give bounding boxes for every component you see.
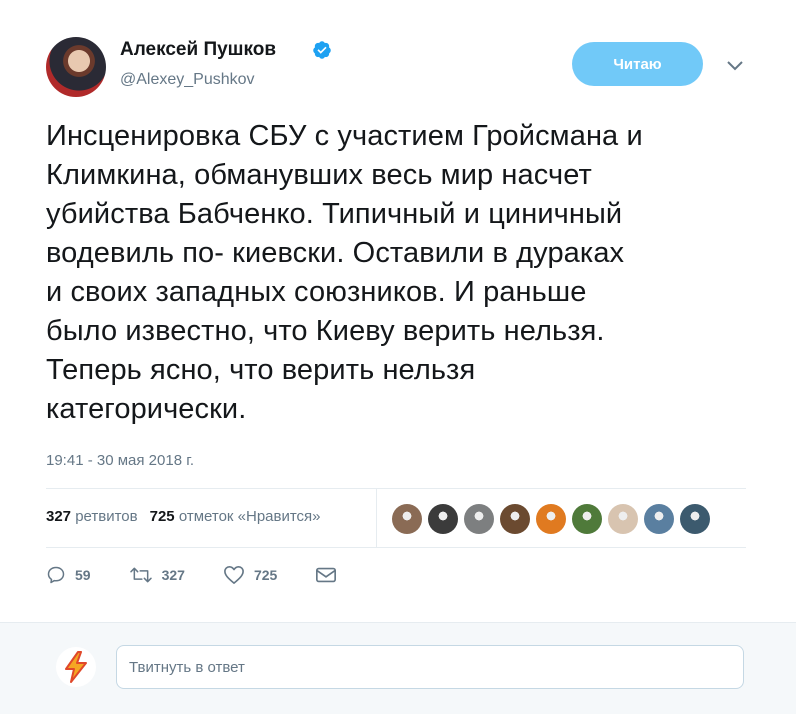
divider — [46, 488, 746, 489]
landscape-avatar[interactable] — [500, 504, 530, 534]
envelope-icon — [316, 567, 337, 583]
chevron-down-icon[interactable] — [726, 60, 744, 72]
reply-bar — [0, 622, 796, 714]
like-count: 725 — [253, 567, 278, 583]
tweet-card: Алексей Пушков @Alexey_Pushkov Читаю Инс… — [0, 0, 796, 622]
retweet-action[interactable]: 327 — [129, 565, 185, 585]
following-button[interactable]: Читаю — [572, 42, 703, 86]
reply-input[interactable] — [116, 645, 744, 689]
lightning-icon — [65, 651, 87, 683]
tweet-timestamp[interactable]: 19:41 - 30 мая 2018 г. — [46, 452, 194, 469]
road-avatar[interactable] — [464, 504, 494, 534]
tweet-actions: 59 327 725 — [46, 565, 375, 585]
direct-message-action[interactable] — [315, 566, 337, 584]
reply-count: 59 — [75, 567, 91, 583]
flag-avatar[interactable] — [644, 504, 674, 534]
user-avatar[interactable] — [392, 504, 422, 534]
divider — [46, 547, 746, 548]
retweet-icon — [129, 567, 152, 583]
cat-avatar[interactable] — [428, 504, 458, 534]
ribbon-avatar[interactable] — [536, 504, 566, 534]
reply-action[interactable]: 59 — [46, 565, 91, 585]
like-action[interactable]: 725 — [223, 565, 277, 585]
tree-avatar[interactable] — [572, 504, 602, 534]
retweets-label: ретвитов — [75, 508, 138, 525]
retweets-count: 327 — [46, 508, 72, 525]
reply-icon — [47, 566, 65, 584]
person-avatar[interactable] — [608, 504, 638, 534]
emblem-avatar[interactable] — [680, 504, 710, 534]
heart-icon — [224, 566, 244, 584]
author-avatar[interactable] — [46, 37, 106, 97]
retweets-stat[interactable]: 327 ретвитов — [46, 508, 138, 525]
likes-stat[interactable]: 725 отметок «Нравится» — [150, 508, 321, 525]
likes-count: 725 — [149, 508, 175, 525]
tweet-stats: 327 ретвитов 725 отметок «Нравится» — [46, 508, 321, 525]
author-name[interactable]: Алексей Пушков — [120, 39, 276, 61]
author-handle[interactable]: @Alexey_Pushkov — [120, 71, 255, 89]
likers-avatars — [392, 504, 710, 534]
likes-label: отметок «Нравится» — [178, 508, 321, 525]
verified-badge-icon — [313, 41, 331, 59]
stats-separator — [376, 489, 377, 547]
retweet-count: 327 — [161, 567, 185, 583]
current-user-avatar[interactable] — [56, 647, 96, 687]
tweet-text: Инсценировка СБУ с участием Гройсмана и … — [46, 120, 643, 425]
